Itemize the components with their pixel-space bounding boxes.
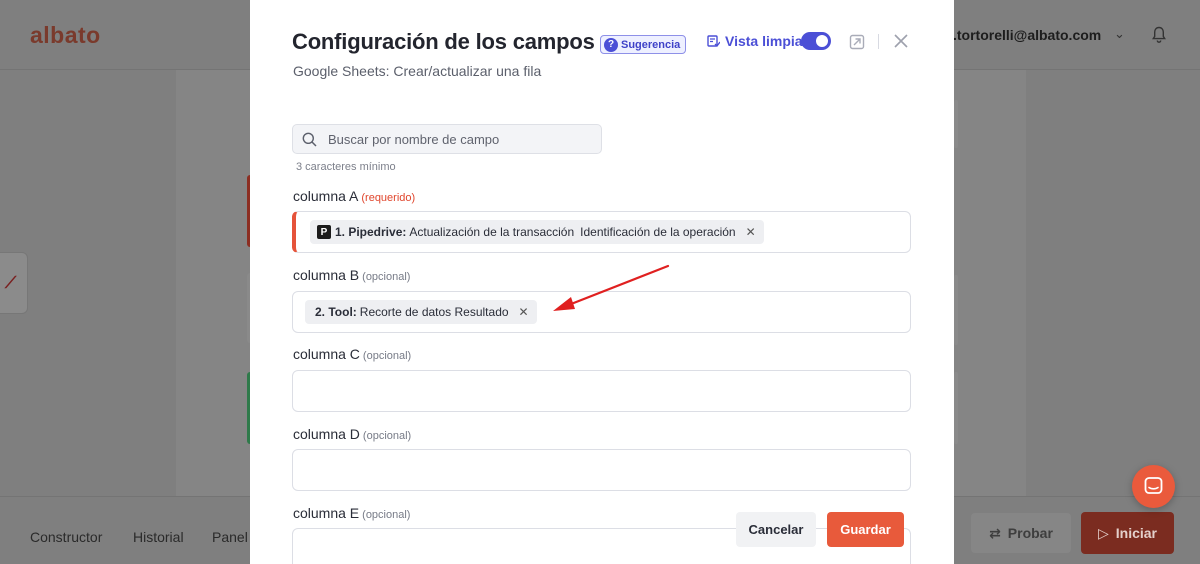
chip-text: Actualización de la transacción [409,225,575,239]
field-label-text: columna D [293,426,360,442]
field-config-modal: Configuración de los campos ? Sugerencia… [250,0,954,564]
field-label-text: columna E [293,505,360,521]
field-label-text: columna A [293,188,359,204]
cancel-button[interactable]: Cancelar [736,512,816,547]
modal-title: Configuración de los campos [292,29,595,54]
chip-remove-icon[interactable]: ✕ [746,225,756,239]
clean-view-control[interactable]: Vista limpia [707,33,803,49]
mapped-value-chip[interactable]: 2. Tool: Recorte de datos Resultado ✕ [305,300,537,324]
tool-icon: ⟋ [5,275,17,292]
chip-subtext: Identificación de la operación [580,225,736,239]
bg-step-card [954,275,958,345]
probar-button[interactable]: ⇄ Probar [971,513,1071,553]
clean-view-label: Vista limpia [725,33,803,49]
chat-icon [1144,477,1163,494]
user-email[interactable]: .tortorelli@albato.com [953,27,1101,43]
field-input-columna-b[interactable]: 2. Tool: Recorte de datos Resultado ✕ [292,291,911,333]
chat-launcher-button[interactable] [1132,465,1175,508]
field-input-columna-d[interactable] [292,449,911,491]
save-button[interactable]: Guardar [827,512,904,547]
required-tag: (requerido) [361,192,416,204]
field-label-columna-c: columna C (opcional) [293,346,411,362]
field-label-text: columna C [293,346,360,362]
hint-badge[interactable]: ? Sugerencia [600,35,687,54]
optional-tag: (opcional) [362,271,411,283]
optional-tag: (opcional) [362,430,412,442]
chip-text: Recorte de datos Resultado [359,305,509,319]
chevron-down-icon[interactable]: ⌄ [1114,26,1125,42]
field-label-text: columna B [293,267,360,283]
side-tool-tab[interactable]: ⟋ [0,252,28,314]
bg-step-card [954,372,958,444]
question-icon: ? [604,37,618,52]
field-label-columna-d: columna D (opcional) [293,426,411,442]
chip-remove-icon[interactable]: ✕ [519,305,529,319]
chip-source: 2. Tool: [315,305,357,319]
search-icon [302,132,317,147]
expand-icon[interactable] [849,34,865,50]
bg-step-card [954,100,958,148]
field-input-columna-c[interactable] [292,370,911,412]
pipedrive-icon: P [317,225,331,239]
search-input[interactable] [328,125,598,153]
chip-source: 1. Pipedrive: [335,225,407,239]
field-input-columna-e[interactable] [292,528,911,564]
optional-tag: (opcional) [362,350,412,362]
clean-view-toggle[interactable] [801,32,831,50]
header-divider [878,34,879,49]
nav-historial[interactable]: Historial [133,529,184,545]
field-label-columna-b: columna B (opcional) [293,267,410,283]
field-label-columna-a: columna A (requerido) [293,188,415,204]
iniciar-button[interactable]: ▷ Iniciar [1081,512,1174,554]
albato-logo[interactable]: albato [30,22,101,49]
close-icon[interactable] [893,33,909,49]
probar-label: Probar [1007,525,1053,541]
play-icon: ▷ [1097,524,1109,541]
mapped-value-chip[interactable]: P 1. Pipedrive: Actualización de la tran… [310,220,764,244]
modal-subtitle: Google Sheets: Crear/actualizar una fila [293,63,542,79]
field-search [292,124,602,154]
iniciar-label: Iniciar [1115,525,1158,541]
nav-panel[interactable]: Panel [212,529,248,545]
clean-view-icon [707,34,720,47]
hint-badge-label: Sugerencia [621,38,681,51]
search-hint: 3 caracteres mínimo [296,161,396,173]
bell-icon[interactable] [1151,26,1167,44]
nav-constructor[interactable]: Constructor [30,529,102,545]
field-input-columna-a[interactable]: P 1. Pipedrive: Actualización de la tran… [292,211,911,253]
field-label-columna-e: columna E (opcional) [293,505,410,521]
optional-tag: (opcional) [362,509,411,521]
swap-icon: ⇄ [989,524,1001,541]
